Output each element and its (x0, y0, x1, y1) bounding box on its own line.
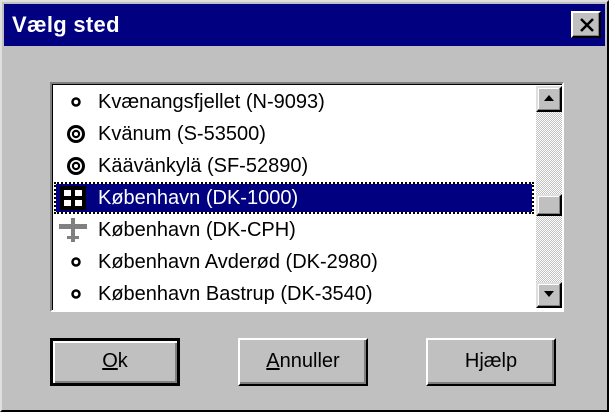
list-item-label: København Avderød (DK-2980) (98, 251, 378, 273)
scroll-up-button[interactable] (536, 86, 562, 112)
airport-plane-icon (59, 218, 87, 242)
list-item-label: Kvænangsfjellet (N-9093) (98, 91, 325, 113)
cancel-mnemonic: A (266, 350, 280, 372)
target-icon (67, 125, 85, 143)
list-item-label: Käävänkylä (SF-52890) (98, 155, 309, 177)
cancel-label-rest: nnuller (279, 350, 340, 372)
list-item-label: København (DK-1000) (98, 187, 299, 209)
arrow-down-icon (544, 291, 554, 297)
choose-place-dialog: Vælg sted Kvænangsfjellet (N-9093) Kvänu… (0, 0, 609, 412)
scroll-down-button[interactable] (536, 282, 562, 308)
title-bar[interactable]: Vælg sted (4, 4, 605, 46)
vertical-scrollbar[interactable] (536, 86, 562, 308)
small-dot-icon (71, 257, 81, 267)
help-button[interactable]: Hjælp (426, 338, 556, 386)
city-grid-icon (60, 186, 86, 210)
list-item[interactable]: København (DK-CPH) (54, 214, 534, 246)
dialog-title: Vælg sted (12, 12, 120, 37)
target-icon (67, 157, 85, 175)
list-item[interactable]: København Avderød (DK-2980) (54, 246, 534, 278)
list-item[interactable]: Kvänum (S-53500) (54, 118, 534, 150)
ok-mnemonic: O (102, 350, 118, 372)
close-icon (580, 18, 594, 32)
help-label-rest: ælp (483, 350, 518, 372)
list-item[interactable]: Kvænangsfjellet (N-9093) (54, 86, 534, 118)
cancel-button[interactable]: Annuller (238, 338, 368, 386)
list-item-label: København Bastrup (DK-3540) (98, 283, 373, 305)
arrow-up-icon (544, 95, 554, 101)
ok-button[interactable]: Ok (50, 338, 180, 386)
list-item[interactable]: Käävänkylä (SF-52890) (54, 150, 534, 182)
places-listbox[interactable]: Kvænangsfjellet (N-9093) Kvänum (S-53500… (50, 82, 564, 312)
list-item-label: København (DK-CPH) (98, 219, 296, 241)
list-item[interactable]: København Bastrup (DK-3540) (54, 278, 534, 308)
small-dot-icon (71, 97, 81, 107)
help-label-pre: H (464, 350, 480, 372)
list-item-label: Kvänum (S-53500) (98, 123, 266, 145)
ok-label-rest: k (117, 350, 128, 372)
scroll-thumb[interactable] (536, 194, 562, 216)
places-list: Kvænangsfjellet (N-9093) Kvänum (S-53500… (54, 86, 534, 308)
small-dot-icon (71, 289, 81, 299)
close-button[interactable] (571, 11, 601, 38)
list-item-selected[interactable]: København (DK-1000) (54, 182, 534, 214)
